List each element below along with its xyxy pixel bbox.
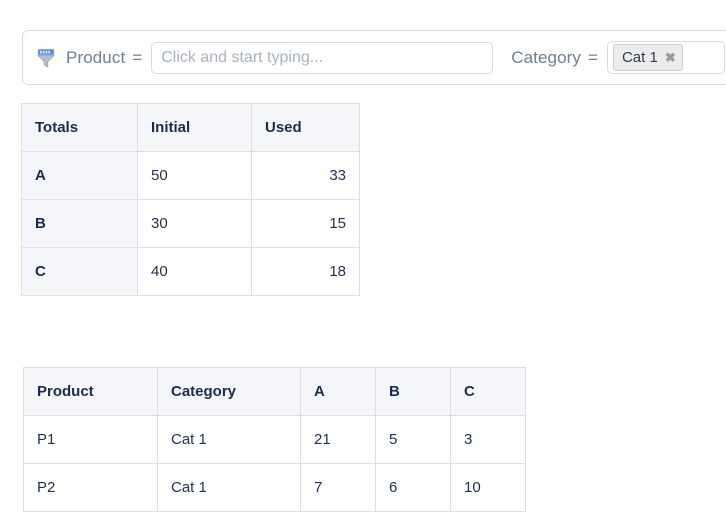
products-row-b: 6 — [375, 463, 451, 512]
products-header-category: Category — [157, 367, 301, 416]
products-table: Product Category A B C P1 Cat 1 21 5 3 P… — [23, 367, 526, 512]
table-row: P2 Cat 1 7 6 10 — [23, 463, 526, 512]
totals-table-header-row: Totals Initial Used — [21, 103, 360, 152]
totals-header-totals: Totals — [21, 103, 138, 152]
products-header-product: Product — [23, 367, 158, 416]
totals-header-initial: Initial — [137, 103, 252, 152]
product-filter-input[interactable] — [151, 41, 494, 74]
table-row: C 40 18 — [21, 247, 360, 296]
totals-header-used: Used — [251, 103, 360, 152]
products-table-header-row: Product Category A B C — [23, 367, 526, 416]
table-row: B 30 15 — [21, 199, 360, 248]
products-row-c: 10 — [450, 463, 526, 512]
products-header-b: B — [375, 367, 451, 416]
filter-funnel-icon — [37, 48, 55, 68]
close-x-icon[interactable]: ✖ — [665, 51, 676, 64]
totals-row-label: A — [21, 151, 138, 200]
table-row: P1 Cat 1 21 5 3 — [23, 415, 526, 464]
category-filter-input[interactable]: Cat 1 ✖ — [606, 41, 725, 74]
category-filter-label: Category — [511, 47, 582, 67]
products-header-c: C — [450, 367, 526, 416]
filter-bar: Product = Category = Cat 1 ✖ — [22, 30, 726, 85]
product-filter-label: Product — [66, 47, 126, 67]
products-row-product: P1 — [23, 415, 158, 464]
totals-row-used: 15 — [251, 199, 360, 248]
product-filter-operator: = — [132, 47, 143, 67]
products-row-b: 5 — [375, 415, 451, 464]
totals-row-initial: 30 — [137, 199, 252, 248]
products-row-a: 7 — [300, 463, 376, 512]
product-filter-group: Product = — [35, 31, 494, 84]
totals-row-initial: 50 — [137, 151, 252, 200]
totals-table: Totals Initial Used A 50 33 B 30 15 C 40… — [21, 103, 360, 296]
totals-row-initial: 40 — [137, 247, 252, 296]
totals-row-label: B — [21, 199, 138, 248]
category-filter-operator: = — [588, 47, 598, 67]
table-row: A 50 33 — [21, 151, 360, 200]
products-header-a: A — [300, 367, 376, 416]
totals-row-used: 33 — [251, 151, 360, 200]
products-row-product: P2 — [23, 463, 158, 512]
products-row-a: 21 — [300, 415, 376, 464]
products-row-category: Cat 1 — [157, 415, 301, 464]
products-row-c: 3 — [450, 415, 526, 464]
totals-row-used: 18 — [251, 247, 360, 296]
totals-row-label: C — [21, 247, 138, 296]
category-chip-label: Cat 1 — [621, 49, 658, 66]
products-row-category: Cat 1 — [157, 463, 301, 512]
category-filter-group: Category = Cat 1 ✖ — [511, 31, 725, 84]
category-chip[interactable]: Cat 1 ✖ — [612, 44, 683, 71]
